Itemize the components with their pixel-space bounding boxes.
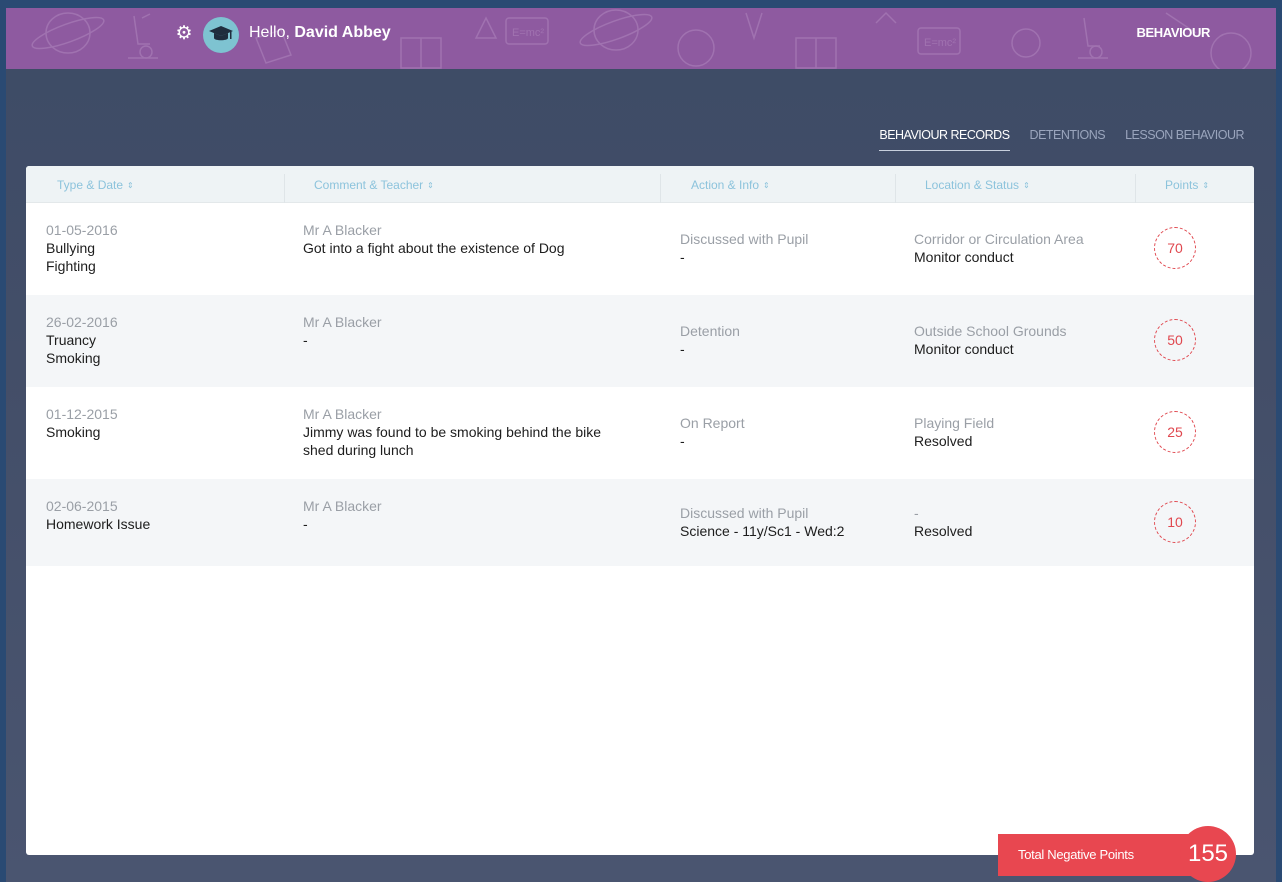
- comment-teacher-cell: Mr A Blacker Got into a fight about the …: [303, 221, 653, 257]
- points-badge: 25: [1154, 411, 1196, 453]
- location-text: Corridor or Circulation Area: [914, 231, 1084, 247]
- location-status-cell: Corridor or Circulation Area Monitor con…: [914, 230, 1084, 266]
- type-date-cell: 01-12-2015 Smoking: [46, 405, 118, 441]
- record-date: 02-06-2015: [46, 498, 118, 514]
- comment-teacher-cell: Mr A Blacker -: [303, 313, 653, 349]
- status-text: Monitor conduct: [914, 249, 1014, 265]
- action-info-cell: Detention -: [680, 322, 740, 358]
- location-status-cell: - Resolved: [914, 504, 972, 540]
- behaviour-table-panel: Type & Date ⇕ Comment & Teacher ⇕ Action &…: [26, 166, 1254, 855]
- comment-text: Got into a fight about the existence of …: [303, 240, 565, 256]
- svg-text:E=mc²: E=mc²: [924, 37, 956, 49]
- total-negative-points-value: 155: [1180, 826, 1236, 882]
- action-text: Detention: [680, 323, 740, 339]
- location-status-cell: Playing Field Resolved: [914, 414, 994, 450]
- nav-behaviour[interactable]: BEHAVIOUR: [1137, 25, 1211, 40]
- record-type: Fighting: [46, 258, 96, 274]
- location-status-cell: Outside School Grounds Monitor conduct: [914, 322, 1067, 358]
- tab-lesson-behaviour[interactable]: LESSON BEHAVIOUR: [1125, 128, 1244, 150]
- sort-icon: ⇕: [1023, 181, 1030, 190]
- action-info-cell: Discussed with Pupil -: [680, 230, 808, 266]
- user-name: David Abbey: [294, 24, 391, 41]
- record-type: Smoking: [46, 350, 101, 366]
- action-info-cell: On Report -: [680, 414, 745, 450]
- record-type: Bullying: [46, 240, 96, 256]
- sort-icon: ⇕: [127, 181, 134, 190]
- table-row[interactable]: 01-12-2015 Smoking Mr A Blacker Jimmy wa…: [26, 387, 1254, 479]
- record-type: Truancy: [46, 332, 97, 348]
- type-date-cell: 26-02-2016 Truancy Smoking: [46, 313, 118, 367]
- points-badge: 50: [1154, 319, 1196, 361]
- type-date-cell: 01-05-2016 Bullying Fighting: [46, 221, 118, 275]
- teacher-name: Mr A Blacker: [303, 498, 382, 514]
- avatar[interactable]: [203, 17, 239, 53]
- action-text: Discussed with Pupil: [680, 505, 809, 521]
- total-negative-points-label: Total Negative Points: [998, 834, 1210, 876]
- record-date: 26-02-2016: [46, 314, 118, 330]
- location-text: -: [914, 505, 919, 521]
- column-header-action-info[interactable]: Action & Info ⇕: [691, 166, 770, 203]
- column-header-location-status[interactable]: Location & Status ⇕: [925, 166, 1030, 203]
- app-window: E=mc² E=mc² ⚙ Hello, David Abbey BEHAVIO…: [6, 8, 1276, 882]
- table-row[interactable]: 26-02-2016 Truancy Smoking Mr A Blacker …: [26, 295, 1254, 387]
- teacher-name: Mr A Blacker: [303, 222, 382, 238]
- record-date: 01-12-2015: [46, 406, 118, 422]
- graduation-cap-icon: [209, 26, 233, 41]
- comment-text: -: [303, 332, 308, 348]
- location-text: Playing Field: [914, 415, 995, 431]
- column-header-comment-teacher[interactable]: Comment & Teacher ⇕: [314, 166, 434, 203]
- location-text: Outside School Grounds: [914, 323, 1067, 339]
- sort-icon: ⇕: [427, 181, 434, 190]
- info-text: -: [680, 433, 685, 449]
- column-header-type-date[interactable]: Type & Date ⇕: [57, 166, 134, 203]
- behaviour-tabs: BEHAVIOUR RECORDS DETENTIONS LESSON BEHA…: [859, 128, 1244, 154]
- info-text: Science - 11y/Sc1 - Wed:2: [680, 523, 845, 539]
- column-divider: [660, 174, 661, 203]
- points-badge: 10: [1154, 501, 1196, 543]
- status-text: Monitor conduct: [914, 341, 1014, 357]
- points-badge: 70: [1154, 227, 1196, 269]
- column-divider: [284, 174, 285, 203]
- action-text: On Report: [680, 415, 745, 431]
- info-text: -: [680, 249, 685, 265]
- comment-teacher-cell: Mr A Blacker Jimmy was found to be smoki…: [303, 405, 653, 459]
- tab-behaviour-records[interactable]: BEHAVIOUR RECORDS: [879, 128, 1010, 151]
- type-date-cell: 02-06-2015 Homework Issue: [46, 497, 150, 533]
- status-text: Resolved: [914, 523, 973, 539]
- doodle-background: E=mc² E=mc²: [31, 9, 1252, 69]
- column-divider: [1135, 174, 1136, 203]
- record-type: Homework Issue: [46, 516, 151, 532]
- status-text: Resolved: [914, 433, 973, 449]
- teacher-name: Mr A Blacker: [303, 314, 382, 330]
- record-date: 01-05-2016: [46, 222, 118, 238]
- column-header-points[interactable]: Points ⇕: [1165, 166, 1209, 203]
- svg-text:E=mc²: E=mc²: [512, 27, 544, 39]
- table-row[interactable]: 02-06-2015 Homework Issue Mr A Blacker -…: [26, 479, 1254, 566]
- settings-gear-icon[interactable]: ⚙: [174, 24, 194, 44]
- table-header: Type & Date ⇕ Comment & Teacher ⇕ Action &…: [26, 166, 1254, 203]
- teacher-name: Mr A Blacker: [303, 406, 382, 422]
- greeting-prefix: Hello,: [249, 24, 290, 41]
- tab-detentions[interactable]: DETENTIONS: [1030, 128, 1106, 150]
- comment-text: Jimmy was found to be smoking behind the…: [303, 424, 602, 440]
- top-bar: E=mc² E=mc² ⚙ Hello, David Abbey BEHAVIO…: [6, 8, 1276, 69]
- record-type: Smoking: [46, 424, 101, 440]
- comment-teacher-cell: Mr A Blacker -: [303, 497, 653, 533]
- action-text: Discussed with Pupil: [680, 231, 809, 247]
- table-row[interactable]: 01-05-2016 Bullying Fighting Mr A Blacke…: [26, 203, 1254, 295]
- comment-text: -: [303, 516, 308, 532]
- sort-icon: ⇕: [763, 181, 770, 190]
- comment-text: shed during lunch: [303, 442, 414, 458]
- action-info-cell: Discussed with Pupil Science - 11y/Sc1 -…: [680, 504, 844, 540]
- sort-icon: ⇕: [1202, 181, 1210, 190]
- info-text: -: [680, 341, 685, 357]
- column-divider: [895, 174, 896, 203]
- greeting: Hello, David Abbey: [249, 24, 391, 42]
